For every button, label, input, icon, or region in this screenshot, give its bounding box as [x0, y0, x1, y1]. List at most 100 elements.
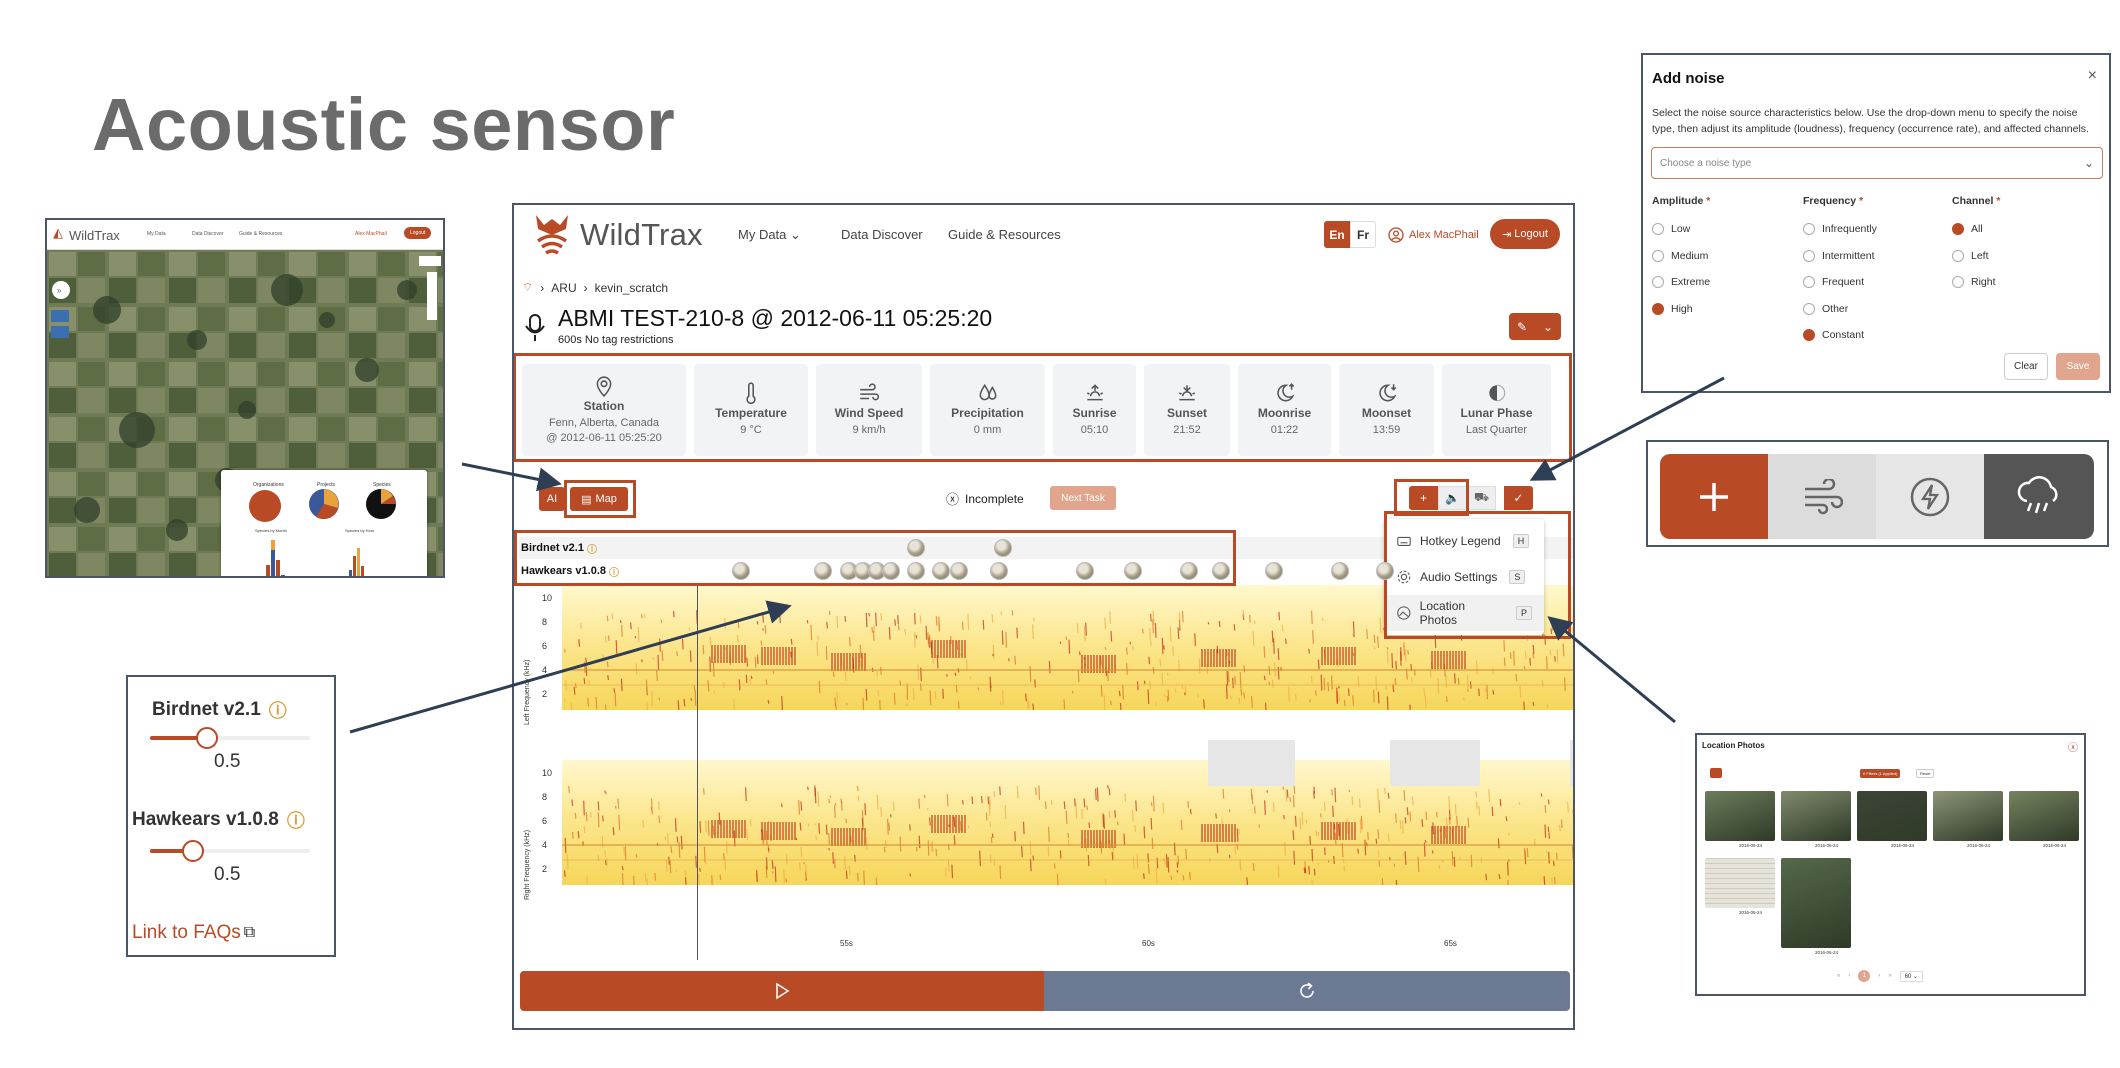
- bird-detection-thumbnail[interactable]: [1212, 562, 1230, 580]
- playhead[interactable]: [697, 585, 698, 960]
- bird-detection-thumbnail[interactable]: [882, 562, 900, 580]
- bird-detection-thumbnail[interactable]: [990, 562, 1008, 580]
- location-photo-thumbnail[interactable]: [1781, 791, 1851, 841]
- frequency-tick: 4: [542, 665, 548, 675]
- last-page-icon[interactable]: »: [1888, 973, 1891, 979]
- check-menu-button[interactable]: ✓: [1504, 486, 1533, 510]
- mini-user[interactable]: Alex MacPhail: [355, 231, 387, 237]
- help-icon[interactable]: ⓘ: [269, 697, 287, 723]
- threshold-slider[interactable]: [150, 727, 310, 749]
- lang-en-button[interactable]: En: [1324, 221, 1350, 248]
- radio-high[interactable]: High: [1652, 296, 1710, 323]
- filter-button[interactable]: 0 Filters (1 Applied): [1860, 769, 1901, 778]
- add-tag-button[interactable]: +: [1409, 486, 1438, 510]
- edit-dropdown-button[interactable]: ✎ ⌄: [1509, 313, 1561, 340]
- mini-nav-item[interactable]: Data Discover: [192, 231, 223, 237]
- weather-value: Fenn, Alberta, Canada @ 2012-06-11 05:25:…: [546, 416, 662, 444]
- location-photo-thumbnail[interactable]: [1857, 791, 1927, 841]
- breadcrumb-project[interactable]: kevin_scratch: [595, 281, 668, 295]
- bird-detection-thumbnail[interactable]: [1265, 562, 1283, 580]
- map-button[interactable]: ▤ Map: [570, 487, 628, 511]
- location-photo-thumbnail[interactable]: [1781, 858, 1851, 948]
- bird-detection-thumbnail[interactable]: [932, 562, 950, 580]
- lang-fr-button[interactable]: Fr: [1350, 221, 1376, 248]
- car-button[interactable]: ⛟: [1467, 486, 1496, 510]
- radio-low[interactable]: Low: [1652, 216, 1710, 243]
- brand-logo[interactable]: WildTrax: [530, 211, 703, 259]
- menu-item-hotkey-legend[interactable]: Hotkey Legend H: [1384, 523, 1544, 559]
- first-page-icon[interactable]: «: [1837, 973, 1840, 979]
- user-menu[interactable]: Alex MacPhail: [1388, 227, 1479, 243]
- location-photo-thumbnail[interactable]: [1933, 791, 2003, 841]
- location-photo-thumbnail[interactable]: [1705, 791, 1775, 841]
- help-icon[interactable]: ⓘ: [609, 564, 619, 579]
- satellite-map[interactable]: » Organizations Projects Species Species…: [47, 250, 443, 576]
- nav-my-data[interactable]: My Data ⌄: [738, 227, 801, 243]
- faq-link[interactable]: Link to FAQs ⧉: [132, 922, 255, 944]
- radio-intermittent[interactable]: Intermittent: [1803, 243, 1877, 270]
- bird-detection-thumbnail[interactable]: [1331, 562, 1349, 580]
- help-icon[interactable]: ⓘ: [587, 541, 597, 556]
- bird-detection-thumbnail[interactable]: [1124, 562, 1142, 580]
- prev-page-icon[interactable]: ‹: [1848, 973, 1850, 979]
- mini-nav-item[interactable]: Guide & Resources: [239, 231, 282, 237]
- bird-detection-thumbnail[interactable]: [950, 562, 968, 580]
- bird-detection-thumbnail[interactable]: [1180, 562, 1198, 580]
- current-page[interactable]: 1: [1858, 970, 1871, 982]
- radio-all[interactable]: All: [1952, 216, 2000, 243]
- reset-filter-button[interactable]: Reset: [1916, 769, 1935, 778]
- bird-detection-thumbnail[interactable]: [994, 539, 1012, 557]
- ai-button[interactable]: AI: [539, 487, 565, 511]
- nav-guide-resources[interactable]: Guide & Resources: [948, 227, 1061, 242]
- location-photo-thumbnail[interactable]: [1705, 858, 1775, 908]
- page-size-select[interactable]: 60 ⌄: [1899, 970, 1924, 982]
- electrical-noise-button[interactable]: [1876, 454, 1984, 539]
- volume-button[interactable]: 🔈: [1438, 486, 1467, 510]
- slider-knob[interactable]: [182, 840, 204, 862]
- clear-button[interactable]: Clear: [2004, 353, 2048, 380]
- wind-noise-button[interactable]: [1768, 454, 1876, 539]
- add-noise-button[interactable]: [1660, 454, 1768, 539]
- weather-value: Last Quarter: [1465, 424, 1528, 437]
- radio-frequent[interactable]: Frequent: [1803, 269, 1877, 296]
- bird-detection-thumbnail[interactable]: [907, 539, 925, 557]
- next-page-icon[interactable]: ›: [1878, 973, 1880, 979]
- bird-detection-thumbnail[interactable]: [732, 562, 750, 580]
- save-button[interactable]: Save: [2056, 353, 2100, 380]
- help-icon[interactable]: ⓘ: [287, 807, 305, 833]
- radio-left[interactable]: Left: [1952, 243, 2000, 270]
- close-icon[interactable]: ⓧ: [2068, 739, 2078, 754]
- bird-detection-thumbnail[interactable]: [1376, 562, 1394, 580]
- close-icon[interactable]: ×: [2088, 67, 2097, 85]
- radio-infrequently[interactable]: Infrequently: [1803, 216, 1877, 243]
- noise-type-select[interactable]: Choose a noise type ⌄: [1651, 147, 2103, 179]
- bird-detection-thumbnail[interactable]: [814, 562, 832, 580]
- menu-item-location-photos[interactable]: Location Photos P: [1384, 595, 1544, 631]
- rain-noise-button[interactable]: [1984, 454, 2094, 539]
- next-task-button[interactable]: Next Task: [1050, 486, 1116, 510]
- play-button[interactable]: [520, 971, 1044, 1011]
- task-title: ABMI TEST-210-8 @ 2012-06-11 05:25:20: [558, 305, 993, 331]
- bird-detection-thumbnail[interactable]: [907, 562, 925, 580]
- threshold-slider[interactable]: [150, 840, 310, 862]
- bird-detection-thumbnail[interactable]: [1076, 562, 1094, 580]
- mini-logout[interactable]: Logout: [404, 227, 432, 239]
- menu-item-audio-settings[interactable]: Audio Settings S: [1384, 559, 1544, 595]
- breadcrumb-aru[interactable]: ARU: [551, 281, 576, 295]
- location-photo-thumbnail[interactable]: [2009, 791, 2079, 841]
- radio-extreme[interactable]: Extreme: [1652, 269, 1710, 296]
- radio-medium[interactable]: Medium: [1652, 243, 1710, 270]
- radio-indicator: [1803, 223, 1815, 236]
- radio-constant[interactable]: Constant: [1803, 322, 1877, 349]
- summary-charts: Organizations Projects Species Species b…: [249, 482, 396, 576]
- radio-right[interactable]: Right: [1952, 269, 2000, 296]
- replay-button[interactable]: [1044, 971, 1570, 1011]
- photos-back-button[interactable]: [1710, 768, 1722, 778]
- menu-item-label: Hotkey Legend: [1420, 534, 1501, 548]
- logout-button[interactable]: ⇥ Logout: [1490, 219, 1560, 249]
- radio-other[interactable]: Other: [1803, 296, 1877, 323]
- group-label: Amplitude *: [1652, 195, 1711, 207]
- mini-nav-item[interactable]: My Data: [147, 231, 166, 237]
- slider-knob[interactable]: [196, 727, 218, 749]
- nav-data-discover[interactable]: Data Discover: [841, 227, 923, 242]
